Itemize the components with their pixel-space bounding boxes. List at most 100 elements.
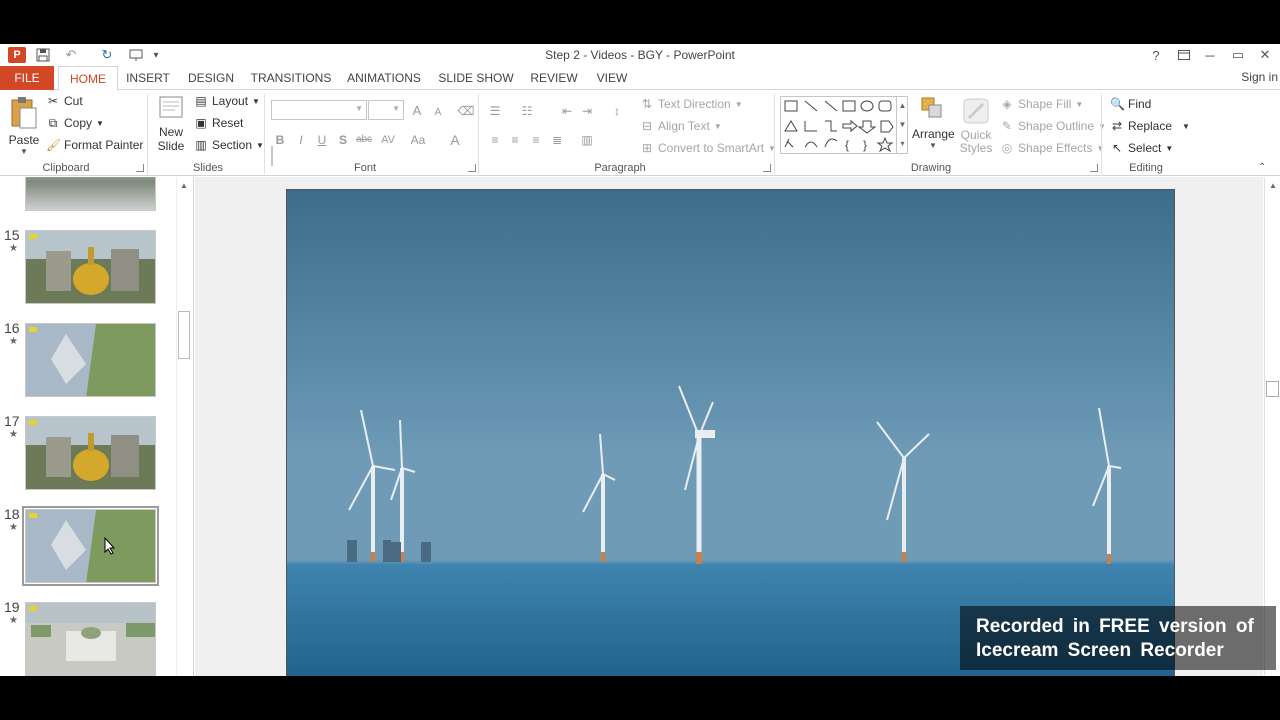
tab-animations[interactable]: ANIMATIONS (344, 66, 424, 90)
clipboard-launcher-icon[interactable] (136, 164, 144, 172)
shapes-gallery-scroll[interactable]: ▲ ▼ ▾ (896, 96, 908, 154)
increase-indent-icon[interactable]: ⇥ (578, 102, 596, 120)
tab-insert[interactable]: INSERT (122, 66, 174, 90)
canvas-scroll-thumb[interactable] (1266, 381, 1279, 397)
clear-formatting-icon[interactable]: ⌫ (457, 102, 475, 120)
shape-outline-label: Shape Outline (1018, 119, 1095, 133)
columns-icon[interactable]: ▥ (578, 131, 596, 149)
svg-text:{: { (845, 138, 849, 152)
tab-file[interactable]: FILE (0, 66, 54, 90)
align-center-icon[interactable]: ≡ (506, 131, 524, 149)
ribbon-tabs: FILE HOME INSERT DESIGN TRANSITIONS ANIM… (0, 66, 1280, 91)
justify-icon[interactable]: ≣ (548, 131, 566, 149)
scroll-up-icon[interactable]: ▲ (1269, 181, 1277, 190)
convert-smartart-button[interactable]: ⊞ Convert to SmartArt ▼ (640, 141, 776, 155)
strikethrough-button[interactable]: abc (354, 131, 374, 149)
bullets-icon[interactable]: ☰ (486, 102, 504, 120)
tab-design[interactable]: DESIGN (184, 66, 238, 90)
scroll-up-icon[interactable]: ▲ (180, 181, 188, 190)
restore-button[interactable]: ▭ (1226, 46, 1250, 64)
drawing-group-label: Drawing (910, 162, 952, 174)
numbering-icon[interactable]: ☷ (518, 102, 536, 120)
align-right-icon[interactable]: ≡ (527, 131, 545, 149)
tab-slide-show[interactable]: SLIDE SHOW (436, 66, 516, 90)
select-button[interactable]: ↖ Select ▼ (1110, 141, 1173, 155)
font-color-button[interactable]: A (446, 131, 464, 149)
character-spacing-button[interactable]: AV (376, 131, 400, 149)
help-button[interactable]: ? (1144, 46, 1168, 64)
change-case-button[interactable]: Aa (406, 131, 430, 149)
canvas-scrollbar[interactable]: ▲ (1264, 177, 1280, 676)
slide-thumbnail[interactable] (25, 177, 156, 211)
arrange-dropdown-icon: ▼ (929, 141, 937, 150)
pen-icon: ✎ (1001, 119, 1013, 133)
cut-label: Cut (64, 94, 83, 108)
drawing-launcher-icon[interactable] (1090, 164, 1098, 172)
slide-thumbnail[interactable] (25, 323, 156, 397)
shape-effects-icon: ◎ (1001, 141, 1013, 155)
copy-icon: ⧉ (48, 116, 58, 130)
collapse-ribbon-icon[interactable]: ⌃ (1258, 162, 1266, 173)
reset-button[interactable]: ▣ Reset (194, 116, 243, 130)
align-text-button[interactable]: ⊟ Align Text ▼ (640, 119, 722, 133)
paste-dropdown-icon: ▼ (20, 147, 28, 156)
font-group-label: Font (353, 162, 376, 174)
slide-number: 18 (4, 506, 20, 522)
copy-button[interactable]: ⧉ Copy ▼ (46, 116, 104, 130)
ribbon-display-options-icon[interactable] (1172, 46, 1196, 64)
slide-thumbnail[interactable] (25, 230, 156, 304)
text-direction-button[interactable]: ⇅ Text Direction ▼ (640, 97, 743, 111)
slide-thumbnail[interactable] (25, 602, 156, 676)
format-painter-button[interactable]: 🖌 Format Painter (46, 138, 143, 152)
shape-effects-button[interactable]: ◎Shape Effects▼ (1000, 141, 1105, 155)
tab-home[interactable]: HOME (58, 66, 118, 91)
tab-view[interactable]: VIEW (592, 66, 632, 90)
paste-button[interactable]: Paste ▼ (8, 96, 40, 156)
grow-font-button[interactable]: A (408, 102, 426, 120)
bold-button[interactable]: B (271, 131, 289, 149)
sign-in-link[interactable]: Sign in (1241, 70, 1278, 84)
font-size-combo[interactable]: ▼ (368, 100, 404, 120)
underline-button[interactable]: U (313, 131, 331, 149)
layout-button[interactable]: ▤ Layout ▼ (194, 94, 260, 108)
font-name-combo[interactable]: ▼ (271, 100, 367, 120)
new-slide-button[interactable]: New Slide (154, 94, 188, 158)
section-button[interactable]: ▥ Section ▼ (194, 138, 264, 152)
arrange-button[interactable]: Arrange ▼ (912, 96, 955, 160)
arrange-label: Arrange (912, 127, 955, 141)
cut-button[interactable]: ✂ Cut (46, 94, 83, 108)
italic-button[interactable]: I (292, 131, 310, 149)
shape-fill-button[interactable]: ◈ Shape Fill ▼ (1000, 97, 1083, 111)
close-button[interactable]: ✕ (1253, 46, 1277, 64)
font-launcher-icon[interactable] (468, 164, 476, 172)
paragraph-launcher-icon[interactable] (763, 164, 771, 172)
group-divider (478, 94, 479, 174)
thumbnail-scrollbar[interactable]: ▲ (176, 177, 190, 676)
shape-outline-button[interactable]: ✎ Shape Outline ▼ (1000, 119, 1106, 133)
tab-transitions[interactable]: TRANSITIONS (250, 66, 332, 90)
slide-video-frame[interactable] (286, 189, 1175, 676)
editing-group-label: Editing (1129, 162, 1163, 174)
tab-review[interactable]: REVIEW (528, 66, 580, 90)
find-button[interactable]: 🔍 Find (1110, 97, 1151, 111)
minimize-button[interactable]: ─ (1198, 46, 1222, 64)
layout-label: Layout (212, 94, 249, 108)
replace-button[interactable]: ⇄ Replace ▼ (1110, 119, 1190, 133)
group-divider (1101, 94, 1102, 174)
smartart-icon: ⊞ (641, 141, 653, 155)
decrease-indent-icon[interactable]: ⇤ (558, 102, 576, 120)
thumbnail-scroll-thumb[interactable] (178, 311, 190, 359)
slide-thumbnail-selected[interactable] (22, 506, 159, 586)
shape-outline-dropdown-icon: ▼ (1098, 121, 1106, 131)
animation-star-icon: ★ (9, 243, 18, 254)
shapes-gallery[interactable]: { } (780, 96, 908, 154)
line-spacing-icon[interactable]: ↕ (608, 102, 626, 120)
quick-styles-button[interactable]: Quick Styles (956, 96, 996, 160)
shrink-font-button[interactable]: A (429, 104, 447, 122)
shadow-button[interactable]: S (334, 131, 352, 149)
text-direction-label: Text Direction (658, 97, 731, 111)
slide-number: 16 (4, 320, 20, 336)
section-dropdown-icon: ▼ (256, 140, 264, 150)
align-left-icon[interactable]: ≡ (486, 131, 504, 149)
slide-thumbnail[interactable] (25, 416, 156, 490)
